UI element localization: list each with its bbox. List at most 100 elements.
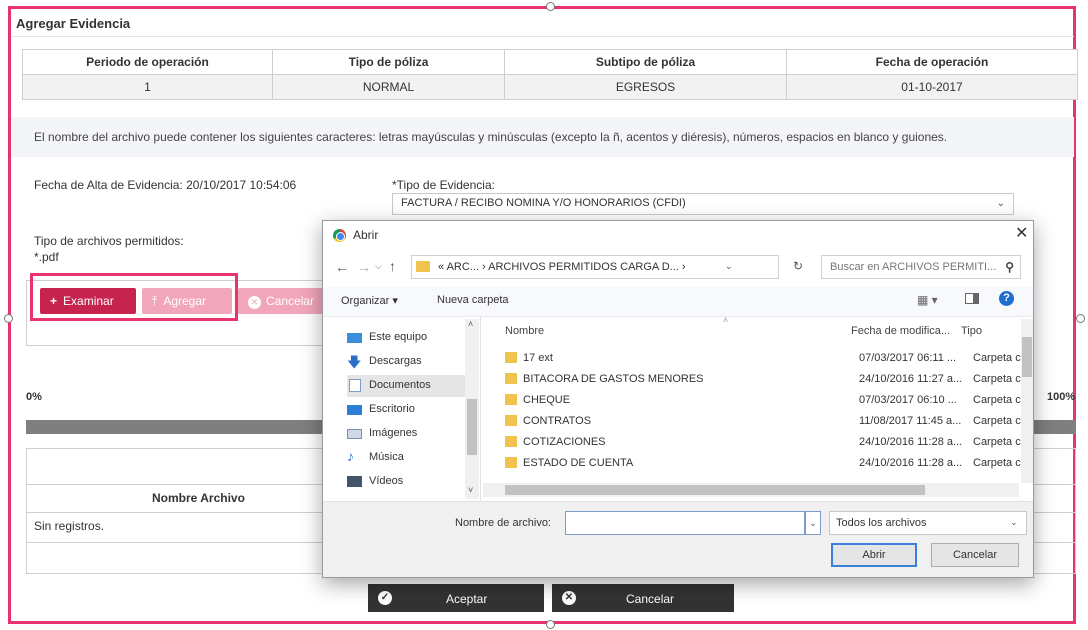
cancel-circle-icon: ✕	[248, 296, 261, 309]
tipo-evidencia-select[interactable]: FACTURA / RECIBO NOMINA Y/O HONORARIOS (…	[392, 193, 1014, 215]
file-type: Carpeta c	[973, 415, 1021, 427]
nav-label: Escritorio	[369, 403, 415, 415]
file-list-vertical-scrollbar[interactable]	[1021, 319, 1033, 483]
list-item[interactable]: CHEQUE 07/03/2017 06:10 ... Carpeta c	[501, 391, 1021, 411]
search-icon: ⚲	[1005, 260, 1014, 274]
resize-handle-left[interactable]	[4, 314, 13, 323]
list-item[interactable]: BITACORA DE GASTOS MENORES 24/10/2016 11…	[501, 370, 1021, 390]
folder-icon	[505, 394, 517, 405]
forward-arrow-icon[interactable]: →	[357, 259, 371, 275]
nav-item-este-equipo[interactable]: Este equipo	[347, 327, 477, 349]
file-type: Carpeta c	[973, 394, 1021, 406]
scroll-up-icon[interactable]: ˄	[468, 319, 473, 329]
nav-item-musica[interactable]: ♪ Música	[347, 447, 477, 469]
folder-icon	[505, 457, 517, 468]
filename-history-dropdown[interactable]: ⌄	[805, 511, 821, 535]
file-date: 24/10/2016 11:27 a...	[859, 373, 963, 385]
folder-icon	[505, 415, 517, 426]
file-date: 24/10/2016 11:28 a...	[859, 436, 963, 448]
tipo-evidencia-label: *Tipo de Evidencia:	[392, 178, 495, 192]
computer-icon	[347, 333, 362, 343]
permitted-types-label: Tipo de archivos permitidos:	[34, 234, 184, 248]
filename-rules-text: El nombre del archivo puede contener los…	[34, 130, 948, 144]
address-bar[interactable]: « ARC... › ARCHIVOS PERMITIDOS CARGA D..…	[411, 255, 779, 279]
desktop-icon	[347, 405, 362, 415]
back-arrow-icon[interactable]: ←	[335, 259, 349, 275]
folder-icon	[416, 261, 430, 272]
cancelar-upload-button[interactable]: ✕ Cancelar	[238, 288, 324, 314]
nav-label: Música	[369, 451, 404, 463]
file-list-horizontal-scrollbar[interactable]	[483, 483, 1019, 497]
scroll-thumb[interactable]	[505, 485, 925, 495]
nav-label: Este equipo	[369, 331, 428, 343]
permitted-types-value: *.pdf	[34, 250, 59, 264]
cancelar-button[interactable]: ✕ Cancelar	[552, 584, 734, 612]
nav-item-documentos[interactable]: Documentos	[347, 375, 477, 397]
aceptar-button[interactable]: ✓ Aceptar	[368, 584, 544, 612]
nav-item-escritorio[interactable]: Escritorio	[347, 399, 477, 421]
column-fecha[interactable]: Fecha de modifica...	[851, 325, 950, 337]
list-item[interactable]: COTIZACIONES 24/10/2016 11:28 a... Carpe…	[501, 433, 1021, 453]
resize-handle-top[interactable]	[546, 2, 555, 11]
file-date: 24/10/2016 11:28 a...	[859, 457, 963, 469]
download-icon: 🡇	[347, 354, 362, 370]
column-nombre-archivo: Nombre Archivo	[152, 491, 245, 505]
help-icon[interactable]: ?	[999, 291, 1014, 306]
header-fecha-operacion: Fecha de operación	[786, 49, 1078, 75]
file-list: Nombre ˄ Fecha de modifica... Tipo 17 ex…	[483, 315, 1033, 501]
scroll-thumb[interactable]	[1022, 337, 1032, 377]
nav-scrollbar[interactable]: ˄ ˅	[465, 319, 479, 499]
refresh-icon[interactable]: ↻	[793, 259, 803, 273]
address-path: « ARC... › ARCHIVOS PERMITIDOS CARGA D..…	[438, 261, 686, 273]
filename-input[interactable]	[565, 511, 805, 535]
chevron-down-icon: ⌄	[1010, 517, 1018, 527]
preview-pane-icon[interactable]	[965, 293, 979, 304]
progress-end-label: 100%	[1047, 391, 1076, 403]
nav-item-descargas[interactable]: 🡇 Descargas	[347, 351, 477, 373]
list-item[interactable]: CONTRATOS 11/08/2017 11:45 a... Carpeta …	[501, 412, 1021, 432]
scroll-thumb[interactable]	[467, 399, 477, 455]
button-highlight-box	[30, 273, 238, 321]
dialog-cancel-button[interactable]: Cancelar	[931, 543, 1019, 567]
close-icon[interactable]: ✕	[1015, 223, 1028, 243]
cell-periodo: 1	[22, 74, 273, 100]
column-nombre[interactable]: Nombre	[505, 325, 544, 337]
resize-handle-bottom[interactable]	[546, 620, 555, 629]
nav-item-imagenes[interactable]: Imágenes	[347, 423, 477, 445]
organizar-menu[interactable]: Organizar ▾	[341, 294, 398, 307]
cell-subtipo-poliza: EGRESOS	[504, 74, 787, 100]
nueva-carpeta-button[interactable]: Nueva carpeta	[437, 294, 509, 306]
cell-fecha-operacion: 01-10-2017	[786, 74, 1078, 100]
cancelar-main-label: Cancelar	[626, 592, 675, 606]
column-tipo[interactable]: Tipo	[961, 325, 982, 337]
progress-start-label: 0%	[26, 391, 42, 403]
file-date: 07/03/2017 06:10 ...	[859, 394, 957, 406]
abrir-button[interactable]: Abrir	[831, 543, 917, 567]
recent-locations-icon[interactable]: ⌵	[375, 261, 382, 272]
search-input[interactable]: Buscar en ARCHIVOS PERMITI... ⚲	[821, 255, 1021, 279]
list-item[interactable]: 17 ext 07/03/2017 06:11 ... Carpeta c	[501, 349, 1021, 369]
resize-handle-right[interactable]	[1076, 314, 1085, 323]
video-icon	[347, 476, 362, 487]
filename-label: Nombre de archivo:	[455, 517, 551, 529]
cell-tipo-poliza: NORMAL	[272, 74, 505, 100]
document-icon	[349, 379, 361, 392]
file-type-filter-select[interactable]: Todos los archivos ⌄	[829, 511, 1027, 535]
nav-label: Descargas	[369, 355, 422, 367]
dialog-title: Abrir	[353, 228, 379, 242]
nav-label: Documentos	[369, 379, 431, 391]
close-icon: ✕	[562, 591, 576, 605]
file-date: 07/03/2017 06:11 ...	[859, 352, 957, 364]
list-item[interactable]: ESTADO DE CUENTA 24/10/2016 11:28 a... C…	[501, 454, 1021, 474]
nav-item-videos[interactable]: Vídeos	[347, 471, 477, 493]
view-options-icon[interactable]: ▦ ▾	[917, 293, 938, 307]
header-tipo-poliza: Tipo de póliza	[272, 49, 505, 75]
file-name: ESTADO DE CUENTA	[523, 457, 634, 469]
up-arrow-icon[interactable]: ↑	[389, 258, 396, 274]
music-icon: ♪	[347, 448, 354, 464]
operation-table: Periodo de operación Tipo de póliza Subt…	[22, 49, 1078, 100]
sort-ascending-icon: ˄	[723, 315, 729, 325]
chevron-down-icon[interactable]: ⌄	[725, 261, 733, 272]
header-periodo: Periodo de operación	[22, 49, 273, 75]
scroll-down-icon[interactable]: ˅	[468, 485, 473, 495]
